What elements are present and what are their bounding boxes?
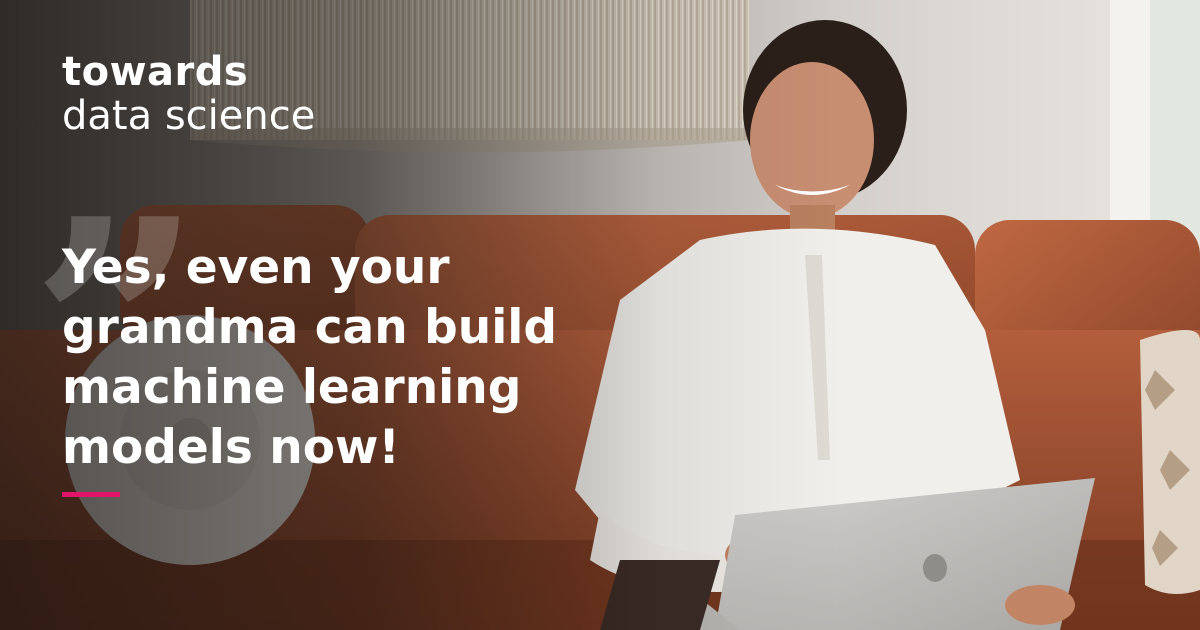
headline-line: grandma can build — [62, 300, 558, 355]
brand-wordmark-bottom: data science — [62, 93, 316, 139]
brand-wordmark-top: towards — [62, 49, 249, 95]
accent-bar — [62, 492, 120, 497]
headline-line: machine learning — [62, 360, 522, 415]
article-card: towards data science ” Yes, even your gr… — [0, 0, 1200, 630]
brand-logo[interactable]: towards data science — [62, 52, 315, 136]
headline-line: Yes, even your — [62, 240, 450, 295]
headline-line: models now! — [62, 420, 400, 475]
headline: Yes, even your grandma can build machine… — [62, 238, 622, 478]
